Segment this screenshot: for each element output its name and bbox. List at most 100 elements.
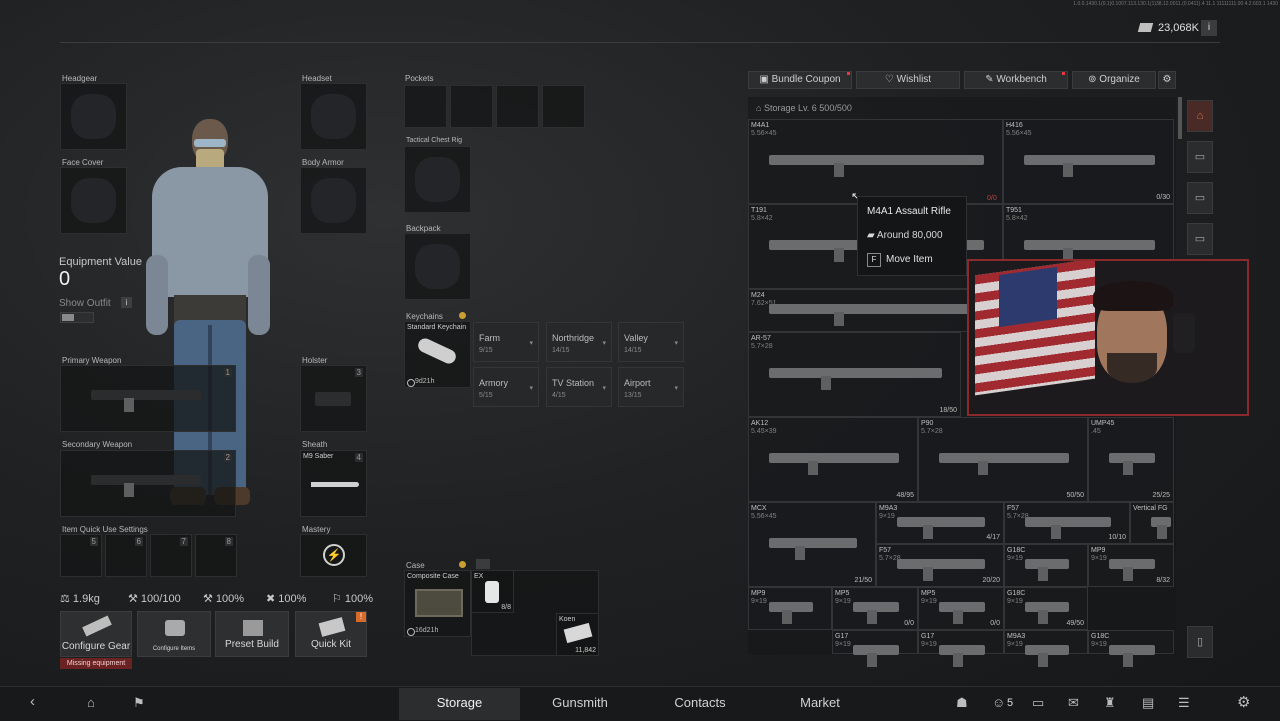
flag-icon[interactable]: ⚑ — [133, 695, 145, 711]
storage-item[interactable]: AR-57 5.7×28 18/50 — [748, 332, 961, 417]
storage-item[interactable]: M9A3 9×19 — [1004, 630, 1088, 667]
pocket-slot[interactable] — [496, 85, 539, 128]
storage-item[interactable]: G18C 9×19 49/50 — [1004, 587, 1088, 630]
storage-item[interactable]: M4A1 5.56×45 — [748, 119, 1003, 204]
storage-tab-4[interactable]: ▭ — [1187, 223, 1213, 255]
storage-item[interactable]: M24 7.62×51 — [748, 289, 1003, 332]
primary-weapon-slot[interactable]: 1 — [60, 365, 236, 432]
storage-item[interactable]: MP5 9×19 0/0 — [832, 587, 918, 630]
storage-item[interactable]: M9A3 9×19 4/17 — [876, 502, 1004, 544]
storage-scrollbar[interactable] — [1178, 97, 1182, 139]
show-outfit-toggle[interactable] — [60, 312, 94, 323]
weapon-caliber: 5.8×42 — [751, 215, 773, 222]
settings-icon[interactable]: ⚙ — [1237, 693, 1250, 711]
secondary-weapon-slot[interactable]: 2 — [60, 450, 236, 517]
storage-item[interactable]: G17 9×19 — [832, 630, 918, 667]
tooltip-title: M4A1 Assault Rifle — [867, 206, 951, 217]
workbench-button[interactable]: ✎ Workbench — [964, 71, 1068, 89]
case-item-koen[interactable]: Koen 11,842 — [556, 613, 599, 656]
configure-items-button[interactable]: Configure Items — [137, 611, 211, 657]
keychain-slot-item[interactable]: Airport 13/15 ▾ — [618, 367, 684, 407]
holster-slot[interactable]: 3 — [300, 365, 367, 432]
storage-item[interactable]: G18C 9×19 — [1088, 630, 1174, 667]
mastery-slot[interactable]: ⚡ — [300, 534, 367, 577]
storage-item[interactable]: F57 5.7×28 10/10 — [1004, 502, 1130, 544]
team-icon[interactable]: ☗ — [956, 695, 968, 711]
bundle-coupon-button[interactable]: ▣ Bundle Coupon — [748, 71, 852, 89]
keychain-slot-item[interactable]: Valley 14/15 ▾ — [618, 322, 684, 362]
notes-icon[interactable]: ▤ — [1142, 695, 1154, 711]
backpack-slot[interactable] — [404, 233, 471, 300]
tooltip-action[interactable]: Move Item — [886, 254, 933, 265]
quick-use-slot[interactable]: 7 — [150, 534, 192, 577]
storage-item[interactable]: UMP45.45 25/25 — [1088, 417, 1174, 502]
storage-item[interactable]: MP9 9×19 8/32 — [1088, 544, 1174, 587]
configure-gear-button[interactable]: Configure Gear — [60, 611, 132, 657]
pocket-slot[interactable] — [542, 85, 585, 128]
case-item-ex[interactable]: EX 8/8 — [471, 570, 514, 613]
quick-use-slot[interactable]: 8 — [195, 534, 237, 577]
storage-item[interactable]: AK12 5.45×39 48/95 — [748, 417, 918, 502]
storage-item[interactable]: G18C 9×19 — [1004, 544, 1088, 587]
wrench-icon: ✎ — [985, 74, 997, 85]
weapon-caliber: 9×19 — [1007, 598, 1023, 605]
preset-icon — [243, 620, 263, 636]
storage-tab-bottom[interactable]: ▯ — [1187, 626, 1213, 658]
storage-item[interactable]: MP9 9×19 — [748, 587, 832, 630]
headset-slot[interactable] — [300, 83, 367, 150]
standard-keychain-slot[interactable]: Standard Keychain 9d21h — [404, 321, 471, 388]
storage-tab-2[interactable]: ▭ — [1187, 141, 1213, 173]
storage-item[interactable]: Vertical FG — [1130, 502, 1174, 544]
storage-item[interactable]: G17 9×19 — [918, 630, 1004, 667]
storage-item[interactable]: H416 5.56×45 0/30 — [1003, 119, 1174, 204]
trophy-icon[interactable]: ♜ — [1104, 695, 1116, 711]
preset-build-button[interactable]: Preset Build — [215, 611, 289, 657]
tooltip-key: F — [867, 253, 881, 267]
nav-gunsmith[interactable]: Gunsmith — [520, 688, 640, 720]
storage-item[interactable]: MCX 5.56×45 21/50 — [748, 502, 876, 587]
keychain-slot-item[interactable]: TV Station 4/15 ▾ — [546, 367, 612, 407]
keychain-slot-item[interactable]: Armory 5/15 ▾ — [473, 367, 539, 407]
quick-use-slot[interactable]: 5 — [60, 534, 102, 577]
composite-case-slot[interactable]: Composite Case 16d21h — [404, 570, 471, 637]
nav-contacts[interactable]: Contacts — [640, 688, 760, 720]
pocket-slot[interactable] — [404, 85, 447, 128]
show-outfit-info-icon[interactable]: i — [121, 297, 132, 308]
mail-icon[interactable]: ✉ — [1068, 695, 1079, 711]
keychain-slot-item[interactable]: Northridge 14/15 ▾ — [546, 322, 612, 362]
equipment-value-label: Equipment Value — [59, 256, 142, 268]
case-filter-icon — [476, 559, 490, 569]
nav-storage[interactable]: Storage — [399, 688, 520, 720]
headgear-slot[interactable] — [60, 83, 127, 150]
currency-info-button[interactable]: i — [1201, 20, 1217, 36]
friends-icon[interactable]: ☺ — [992, 695, 1005, 710]
back-icon[interactable]: ‹ — [30, 693, 35, 710]
chat-icon[interactable]: ▭ — [1032, 695, 1044, 711]
body-armor-slot[interactable] — [300, 167, 367, 234]
home-icon[interactable]: ⌂ — [87, 695, 95, 710]
storage-item[interactable]: MP5 9×19 0/0 — [918, 587, 1004, 630]
logs-icon[interactable]: ☰ — [1178, 695, 1190, 711]
sheath-slot[interactable]: M9 Saber 4 — [300, 450, 367, 517]
quick-kit-button[interactable]: ! Quick Kit — [295, 611, 367, 657]
wishlist-button[interactable]: ♡ Wishlist — [856, 71, 960, 89]
pocket-slot[interactable] — [450, 85, 493, 128]
pockets-label: Pockets — [405, 74, 434, 83]
face-cover-slot[interactable] — [60, 167, 127, 234]
weapon-icon — [939, 645, 985, 667]
storage-tab-3[interactable]: ▭ — [1187, 182, 1213, 214]
storage-home-tab[interactable]: ⌂ — [1187, 100, 1213, 132]
weapon-caliber: .45 — [1091, 428, 1101, 435]
keychain-slot-item[interactable]: Farm 9/15 ▾ — [473, 322, 539, 362]
storage-settings-button[interactable]: ⚙ — [1158, 71, 1176, 89]
nav-market[interactable]: Market — [760, 688, 880, 720]
weapon-name: T951 — [1006, 207, 1022, 214]
weapon-icon — [1025, 602, 1069, 624]
tactical-chest-rig-slot[interactable] — [404, 146, 471, 213]
quick-use-slot[interactable]: 6 — [105, 534, 147, 577]
weight-stat: ⚖ 1.9kg — [60, 592, 100, 605]
organize-button[interactable]: ⊚ Organize — [1072, 71, 1156, 89]
storage-item[interactable]: F57 5.7×28 20/20 — [876, 544, 1004, 587]
storage-item[interactable]: P90 5.7×28 50/50 — [918, 417, 1088, 502]
weapon-icon — [1025, 559, 1069, 581]
